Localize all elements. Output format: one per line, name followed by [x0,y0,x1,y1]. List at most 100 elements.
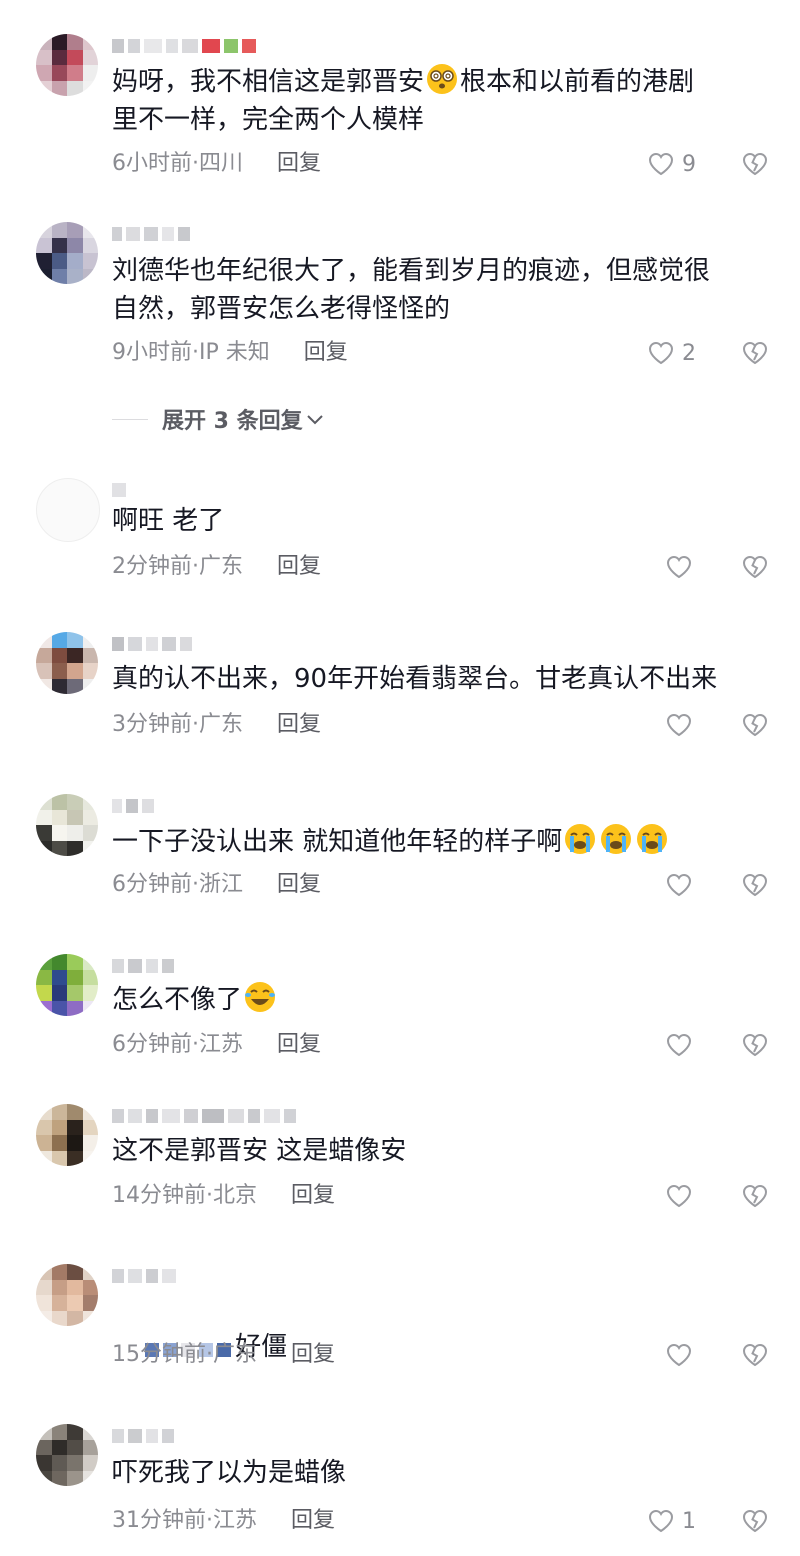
reply-button[interactable]: 回复 [304,338,348,368]
comment-text: 吓死我了以为是蜡像 [112,1458,347,1488]
comment-location: IP 未知 [199,340,270,365]
meta-separator: · [192,340,199,365]
heart-icon[interactable] [664,1030,694,1060]
heart-icon[interactable] [664,1181,694,1211]
reply-button[interactable]: 回复 [277,870,321,900]
comment-location: 北京 [213,1183,258,1208]
comment-text: 这不是郭晋安 这是蜡像安 [112,1136,407,1166]
username-pixelated[interactable] [112,480,126,500]
like-count: 1 [682,1508,696,1534]
like-count: 9 [682,151,696,177]
comment-meta: 2分钟前 · 广东 回复 [112,552,321,582]
avatar[interactable] [36,954,98,1016]
reply-button[interactable]: 回复 [291,1340,335,1370]
username-pixelated[interactable] [112,956,174,976]
comment-text: 刘德华也年纪很大了，能看到岁月的痕迹，但感觉很 自然，郭晋安怎么老得怪怪的 [112,256,711,324]
reply-button[interactable]: 回复 [277,149,321,179]
comment-time: 31分钟前 [112,1508,206,1533]
divider-line [112,418,148,420]
heart-icon[interactable] [646,338,676,368]
like-button[interactable]: 1 [646,1506,696,1536]
comment-time: 2分钟前 [112,554,192,579]
comment-location: 浙江 [199,872,244,897]
username-pixelated[interactable] [112,796,154,816]
heart-icon[interactable] [664,552,694,582]
comment-meta: 3分钟前 · 广东 回复 [112,710,321,740]
comment-meta: 14分钟前 · 北京 回复 [112,1181,335,1211]
laughing-tears-emoji [243,980,277,1014]
reply-button[interactable]: 回复 [291,1181,335,1211]
comment-time: 14分钟前 [112,1183,206,1208]
comment-text: 妈呀，我不相信这是郭晋安 根本和以前看的港剧 里不一样，完全两个人模样 [112,62,772,139]
like-button[interactable] [664,710,694,740]
avatar[interactable] [36,222,98,284]
comment-meta: 6分钟前 · 江苏 回复 [112,1030,321,1060]
comment-text: 真的认不出来，90年开始看翡翠台。甘老真认不出来 [112,664,718,694]
heart-broken-icon[interactable] [740,870,770,900]
reply-button[interactable]: 回复 [291,1506,335,1536]
username-pixelated[interactable] [112,1266,176,1286]
avatar[interactable] [36,794,98,856]
avatar[interactable] [36,1424,98,1486]
meta-separator: · [206,1342,213,1367]
comment-meta: 6小时前 · 四川 回复 [112,149,321,179]
avatar[interactable] [36,34,98,96]
avatar[interactable] [36,478,100,542]
like-button[interactable]: 9 [646,149,696,179]
reply-button[interactable]: 回复 [277,710,321,740]
meta-separator: · [192,1032,199,1057]
heart-icon[interactable] [646,149,676,179]
comment-meta: 31分钟前 · 江苏 回复 [112,1506,335,1536]
username-pixelated[interactable] [112,36,256,56]
like-button[interactable] [664,1181,694,1211]
comment-time: 6小时前 [112,151,192,176]
reply-button[interactable]: 回复 [277,552,321,582]
meta-separator: · [206,1508,213,1533]
like-button[interactable]: 2 [646,338,696,368]
comment-meta: 6分钟前 · 浙江 回复 [112,870,321,900]
heart-icon[interactable] [664,1340,694,1370]
comment-meta: 15分钟前 · 广东 回复 [112,1340,335,1370]
comment-meta: 9小时前 · IP 未知 回复 [112,338,348,368]
heart-broken-icon[interactable] [740,1030,770,1060]
avatar[interactable] [36,1264,98,1326]
comment-text: 啊旺 老了 [112,506,225,536]
expand-replies-label[interactable]: 展开 3 条回复 [162,403,303,435]
chevron-down-icon[interactable] [305,409,325,429]
like-button[interactable] [664,1340,694,1370]
avatar[interactable] [36,632,98,694]
username-pixelated[interactable] [112,634,192,654]
avatar[interactable] [36,1104,98,1166]
heart-icon[interactable] [646,1506,676,1536]
comment-time: 3分钟前 [112,712,192,737]
meta-separator: · [206,1183,213,1208]
username-pixelated[interactable] [112,224,190,244]
reply-button[interactable]: 回复 [277,1030,321,1060]
heart-broken-icon[interactable] [740,1340,770,1370]
meta-separator: · [192,712,199,737]
heart-broken-icon[interactable] [740,710,770,740]
heart-icon[interactable] [664,870,694,900]
heart-broken-icon[interactable] [740,1506,770,1536]
comment-time: 6分钟前 [112,1032,192,1057]
comment-location: 广东 [213,1342,258,1367]
heart-broken-icon[interactable] [740,1181,770,1211]
expand-replies-button[interactable]: 展开 3 条回复 [112,404,325,434]
like-button[interactable] [664,552,694,582]
heart-icon[interactable] [664,710,694,740]
comment-text: 一下子没认出来 就知道他年轻的样子啊 [112,822,772,861]
username-pixelated[interactable] [112,1106,296,1126]
comment-location: 广东 [199,554,244,579]
comment-location: 四川 [199,151,244,176]
crying-face-emoji [599,822,633,856]
heart-broken-icon[interactable] [740,149,770,179]
comment-text: 怎么不像了 [112,980,772,1019]
meta-separator: · [192,872,199,897]
heart-broken-icon[interactable] [740,552,770,582]
comment-time: 9小时前 [112,340,192,365]
username-pixelated[interactable] [112,1426,174,1446]
like-button[interactable] [664,1030,694,1060]
dizzy-face-emoji [425,62,459,96]
heart-broken-icon[interactable] [740,338,770,368]
like-button[interactable] [664,870,694,900]
